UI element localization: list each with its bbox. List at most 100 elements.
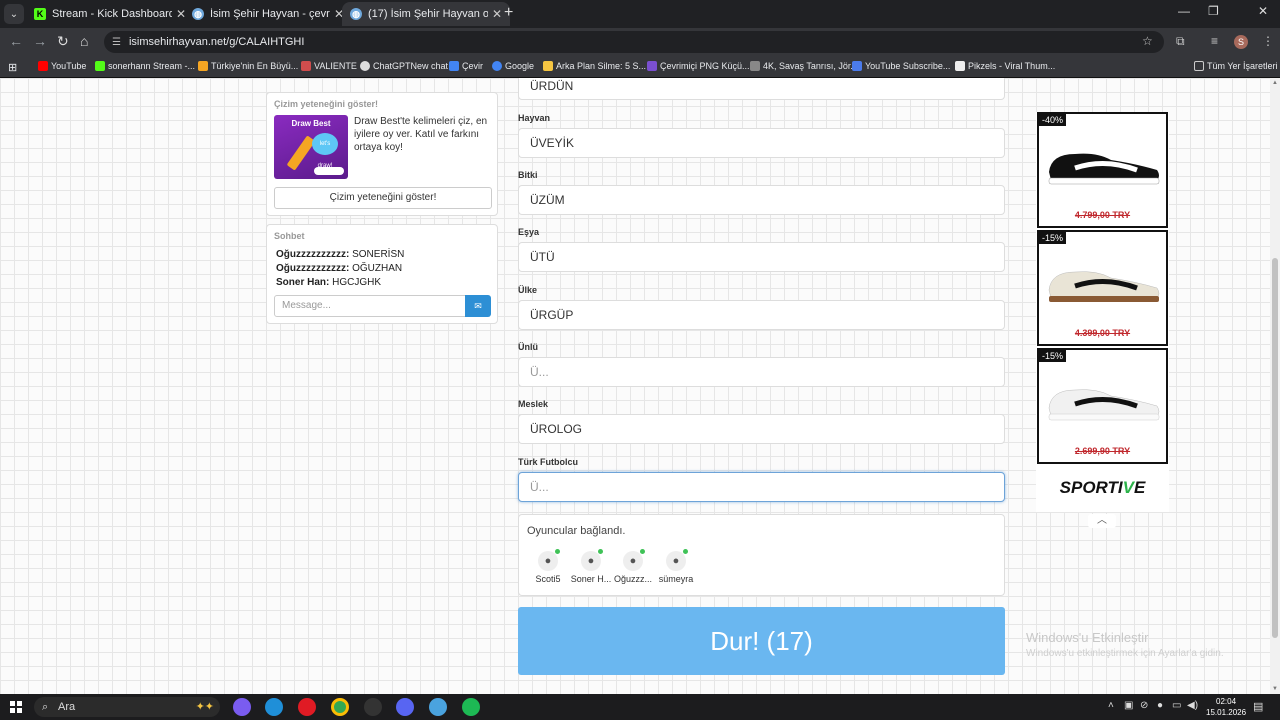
taskbar: ⌕ Ara ✦✦ ˄ ▣ ⊘ ● ▭ ◀) 02:04 15.01.2026 ▤ bbox=[0, 694, 1280, 720]
scroll-up-icon[interactable]: ▲ bbox=[1272, 80, 1278, 86]
new-tab-button[interactable]: + bbox=[504, 4, 513, 22]
discord-icon[interactable] bbox=[396, 698, 414, 716]
field-label-hayvan: Hayvan bbox=[518, 113, 551, 123]
tab-isim-sehir-2[interactable]: ◍ (17) İsim Şehir Hayvan oyununa ✕ bbox=[342, 2, 510, 26]
ad-product-card[interactable]: -40% 4.799,00 TRY bbox=[1037, 112, 1168, 228]
field-input-meslek[interactable] bbox=[518, 414, 1005, 444]
tray-app-icon[interactable]: ▣ bbox=[1124, 700, 1133, 711]
bookmark-item[interactable]: YouTube bbox=[38, 61, 86, 71]
field-input-unlu[interactable] bbox=[518, 357, 1005, 387]
opera-icon[interactable] bbox=[298, 698, 316, 716]
bookmark-item[interactable]: Google bbox=[492, 61, 534, 71]
reload-icon[interactable]: ↻ bbox=[57, 33, 69, 50]
chatgpt-icon bbox=[360, 61, 370, 71]
home-icon[interactable]: ⌂ bbox=[80, 33, 88, 49]
obs-icon[interactable] bbox=[364, 698, 382, 716]
microphone-icon[interactable]: ● bbox=[1157, 700, 1163, 711]
avatar[interactable]: S bbox=[1234, 35, 1248, 49]
spotify-icon[interactable] bbox=[462, 698, 480, 716]
scroll-thumb[interactable] bbox=[1272, 258, 1278, 638]
show-drawing-button[interactable]: Çizim yeteneğini göster! bbox=[274, 187, 492, 209]
player-item[interactable]: ● sümeyra bbox=[652, 549, 700, 584]
translate-icon bbox=[449, 61, 459, 71]
field-input-ulke[interactable] bbox=[518, 300, 1005, 330]
field-input-turk-futbolcu[interactable] bbox=[518, 472, 1005, 502]
chevron-up-icon[interactable]: ˄ bbox=[1108, 700, 1114, 711]
bookmark-item[interactable]: VALIENTE bbox=[301, 61, 357, 71]
player-item[interactable]: ● Scoti5 bbox=[524, 549, 572, 584]
page-scrollbar[interactable]: ▲ ▼ bbox=[1270, 78, 1280, 694]
chevron-up-icon[interactable]: ︿ bbox=[1088, 514, 1116, 528]
copilot-icon[interactable] bbox=[233, 698, 251, 716]
online-dot bbox=[640, 549, 645, 554]
stop-button[interactable]: Dur! (17) bbox=[518, 607, 1005, 675]
edge-icon[interactable] bbox=[265, 698, 283, 716]
close-window-icon[interactable]: ✕ bbox=[1258, 4, 1268, 18]
site-info-icon[interactable]: ☰ bbox=[112, 37, 121, 48]
player-item[interactable]: ● Oğuzzz... bbox=[609, 549, 657, 584]
field-input-bitki[interactable] bbox=[518, 185, 1005, 215]
chat-text: SONERİSN bbox=[352, 249, 405, 260]
taskbar-search[interactable]: ⌕ Ara ✦✦ bbox=[34, 697, 220, 717]
sparkle-icon: ✦✦ bbox=[195, 701, 214, 713]
bookmark-item[interactable]: Pikzels - Viral Thum... bbox=[955, 61, 1055, 71]
draw-best-image[interactable]: Draw Best let's draw! bbox=[274, 115, 348, 179]
sportive-logo: SPORTIVE bbox=[1036, 478, 1169, 498]
ad-product-card[interactable]: -15% 2.699,90 TRY bbox=[1037, 348, 1168, 464]
windows-start-icon[interactable] bbox=[10, 701, 22, 713]
folder-icon bbox=[1194, 61, 1204, 71]
sportive-ad[interactable]: -40% 4.799,00 TRY -15% 4.399,00 TRY -15% bbox=[1036, 112, 1169, 512]
address-bar[interactable]: ☰ isimsehirhayvan.net/g/CALAIHTGHI bbox=[104, 31, 1164, 53]
tray-app-icon[interactable]: ⊘ bbox=[1140, 700, 1148, 711]
tab-search-button[interactable]: ⌄ bbox=[4, 4, 24, 24]
menu-dots-icon[interactable]: ⋮ bbox=[1262, 34, 1274, 48]
discount-badge: -15% bbox=[1039, 350, 1067, 362]
media-icon[interactable]: ≡ bbox=[1211, 34, 1218, 48]
players-panel: Oyuncular bağlandı. ● Scoti5 ● Soner H..… bbox=[518, 514, 1005, 596]
search-label: Ara bbox=[58, 701, 76, 713]
volume-icon[interactable]: ◀) bbox=[1187, 700, 1198, 711]
chat-message: Oğuzzzzzzzzzz: SONERİSN bbox=[276, 249, 404, 260]
activation-watermark-title: Windows'u Etkinleştir bbox=[1026, 630, 1149, 645]
close-icon[interactable]: ✕ bbox=[492, 7, 502, 21]
bookmark-item[interactable]: 4K, Savaş Tanrısı, Jör... bbox=[750, 61, 858, 71]
back-arrow-icon[interactable]: ← bbox=[9, 33, 23, 49]
field-top-partial[interactable]: ÜRDÜN bbox=[518, 78, 1005, 100]
scroll-down-icon[interactable]: ▼ bbox=[1272, 686, 1278, 692]
chat-message-input[interactable]: Message... bbox=[274, 295, 466, 317]
chrome-icon[interactable] bbox=[331, 698, 349, 716]
field-input-esya[interactable] bbox=[518, 242, 1005, 272]
taskbar-clock[interactable]: 02:04 15.01.2026 bbox=[1206, 696, 1246, 718]
tab-kick-dashboard[interactable]: K Stream - Kick Dashboard ✕ bbox=[26, 2, 194, 26]
cloud-badge: let's draw! bbox=[312, 133, 338, 169]
bookmark-item[interactable]: sonerhann Stream -... bbox=[95, 61, 195, 71]
settings-app-icon[interactable] bbox=[429, 698, 447, 716]
all-bookmarks[interactable]: Tüm Yer İşaretleri bbox=[1194, 61, 1278, 71]
tab-isim-sehir-1[interactable]: ◍ İsim Şehir Hayvan - çevrimiçi oy ✕ bbox=[184, 2, 352, 26]
ad-product-card[interactable]: -15% 4.399,00 TRY bbox=[1037, 230, 1168, 346]
globe-icon: ◍ bbox=[350, 8, 362, 20]
bookmarks-bar: ⊞ YouTube sonerhann Stream -... Türkiye'… bbox=[0, 56, 1280, 78]
activation-watermark-text: Windows'u etkinleştirmek için Ayarlar'a … bbox=[1026, 648, 1224, 659]
player-item[interactable]: ● Soner H... bbox=[567, 549, 615, 584]
chat-send-icon[interactable]: ✉ bbox=[465, 295, 491, 317]
field-input-hayvan[interactable] bbox=[518, 128, 1005, 158]
bookmark-item[interactable]: ChatGPTNew chat bbox=[360, 61, 448, 71]
restore-icon[interactable]: ❐ bbox=[1208, 4, 1219, 18]
notification-icon[interactable]: ▤ bbox=[1253, 700, 1263, 713]
extensions-icon[interactable]: ⧉ bbox=[1176, 34, 1185, 49]
bookmark-item[interactable]: Arka Plan Silme: 5 S... bbox=[543, 61, 646, 71]
minimize-icon[interactable]: — bbox=[1178, 4, 1190, 18]
field-label-turk-futbolcu: Türk Futbolcu bbox=[518, 457, 578, 467]
bookmark-item[interactable]: Çevir bbox=[449, 61, 483, 71]
bookmark-item[interactable]: Çevrimiçi PNG Küçü... bbox=[647, 61, 750, 71]
shoe-image bbox=[1048, 271, 1160, 302]
browser-toolbar: ← → ↻ ⌂ ☰ isimsehirhayvan.net/g/CALAIHTG… bbox=[0, 28, 1280, 56]
clock-time: 02:04 bbox=[1216, 697, 1237, 706]
forward-arrow-icon[interactable]: → bbox=[33, 33, 47, 49]
star-icon[interactable]: ☆ bbox=[1142, 34, 1153, 48]
bookmark-item[interactable]: YouTube Subscribe... bbox=[852, 61, 950, 71]
bookmark-item[interactable]: Türkiye'nin En Büyü... bbox=[198, 61, 298, 71]
apps-grid-icon[interactable]: ⊞ bbox=[8, 61, 17, 74]
network-icon[interactable]: ▭ bbox=[1172, 700, 1181, 711]
